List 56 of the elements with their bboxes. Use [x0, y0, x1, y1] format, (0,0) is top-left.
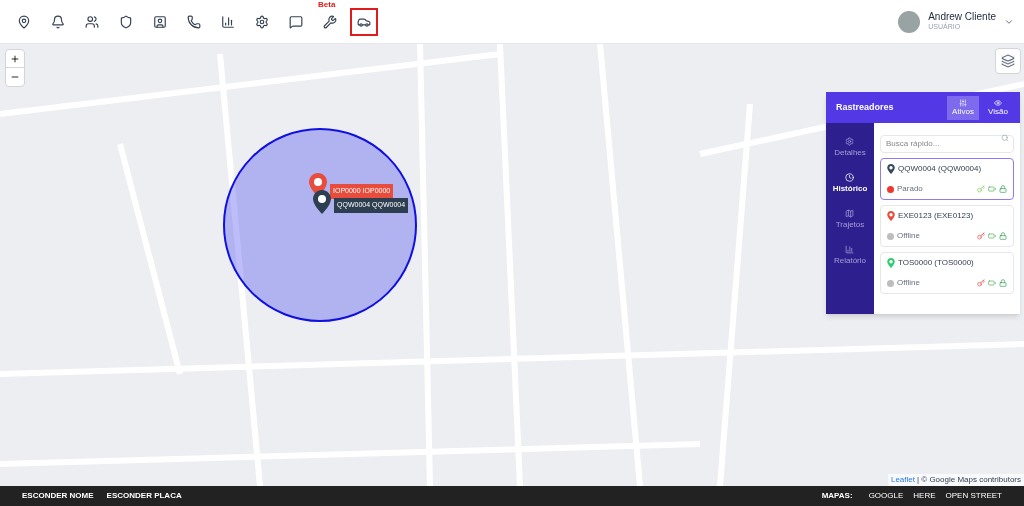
user-name: Andrew Cliente	[928, 10, 996, 22]
panel-tab[interactable]: Visão	[982, 95, 1014, 120]
shield-icon	[119, 14, 133, 29]
tracker-name: EXE0123 (EXE0123)	[898, 210, 974, 222]
lock-icon	[999, 185, 1007, 193]
attribution-text: | © Google Maps contributors	[916, 474, 1021, 486]
settings-icon	[255, 14, 269, 29]
layers-button[interactable]	[995, 48, 1021, 74]
battery-icon	[988, 185, 996, 193]
chart-icon	[845, 245, 855, 254]
map-provider-option[interactable]: OPEN STREET	[945, 490, 1002, 502]
bell-icon	[51, 14, 65, 29]
chart-icon	[221, 14, 235, 29]
battery-icon	[988, 232, 996, 240]
tracker-card[interactable]: TOS0000 (TOS0000) Offline	[880, 252, 1014, 294]
map-icon	[845, 209, 855, 218]
map-provider-option[interactable]: GOOGLE	[868, 490, 904, 502]
tracker-card[interactable]: EXE0123 (EXE0123) Offline	[880, 205, 1014, 247]
tracker-card[interactable]: QQW0004 (QQW0004) Parado	[880, 158, 1014, 200]
nav-item[interactable]: Trajetos	[835, 209, 865, 231]
avatar	[898, 10, 921, 33]
panel-title: Rastreadores	[836, 100, 894, 114]
lock-icon	[999, 232, 1007, 240]
gear-icon	[845, 137, 855, 146]
tracker-name: TOS0000 (TOS0000)	[898, 257, 974, 269]
beta-label: Beta	[318, 0, 336, 11]
nav-item[interactable]: Relatório	[834, 245, 866, 267]
battery-icon	[988, 279, 996, 287]
sliders-icon	[959, 99, 967, 107]
plus-icon	[10, 53, 20, 64]
status-text: Offline	[897, 230, 920, 242]
eye-icon	[994, 99, 1002, 107]
panel-tab[interactable]: Ativos	[947, 95, 979, 120]
layers-icon	[1001, 54, 1015, 68]
wrench-icon	[323, 14, 337, 29]
clock-icon	[845, 173, 855, 182]
nav-item[interactable]: Histórico	[832, 173, 868, 195]
search-icon	[1001, 134, 1009, 142]
search-field[interactable]: Busca rápido...	[880, 134, 1014, 153]
message-icon	[289, 14, 303, 29]
toolbar-button[interactable]	[350, 7, 378, 36]
nav-item[interactable]: Detalhes	[834, 137, 866, 159]
lock-icon	[999, 279, 1007, 287]
phone-icon	[187, 14, 201, 29]
tracker-name: QQW0004 (QQW0004)	[898, 163, 982, 175]
status-text: Parado	[897, 183, 923, 195]
contact-card-icon	[153, 14, 167, 29]
users-icon	[85, 14, 99, 29]
map-pin-icon	[17, 14, 31, 29]
toggle-link[interactable]: ESCONDER NOME	[22, 490, 94, 502]
status-text: Offline	[897, 277, 920, 289]
toggle-link[interactable]: ESCONDER PLACA	[106, 490, 182, 502]
map-pin-icon[interactable]	[313, 190, 331, 214]
maps-label: MAPAS:	[821, 490, 853, 502]
attribution-link[interactable]: Leaflet	[890, 474, 915, 486]
map-provider-option[interactable]: HERE	[913, 490, 936, 502]
